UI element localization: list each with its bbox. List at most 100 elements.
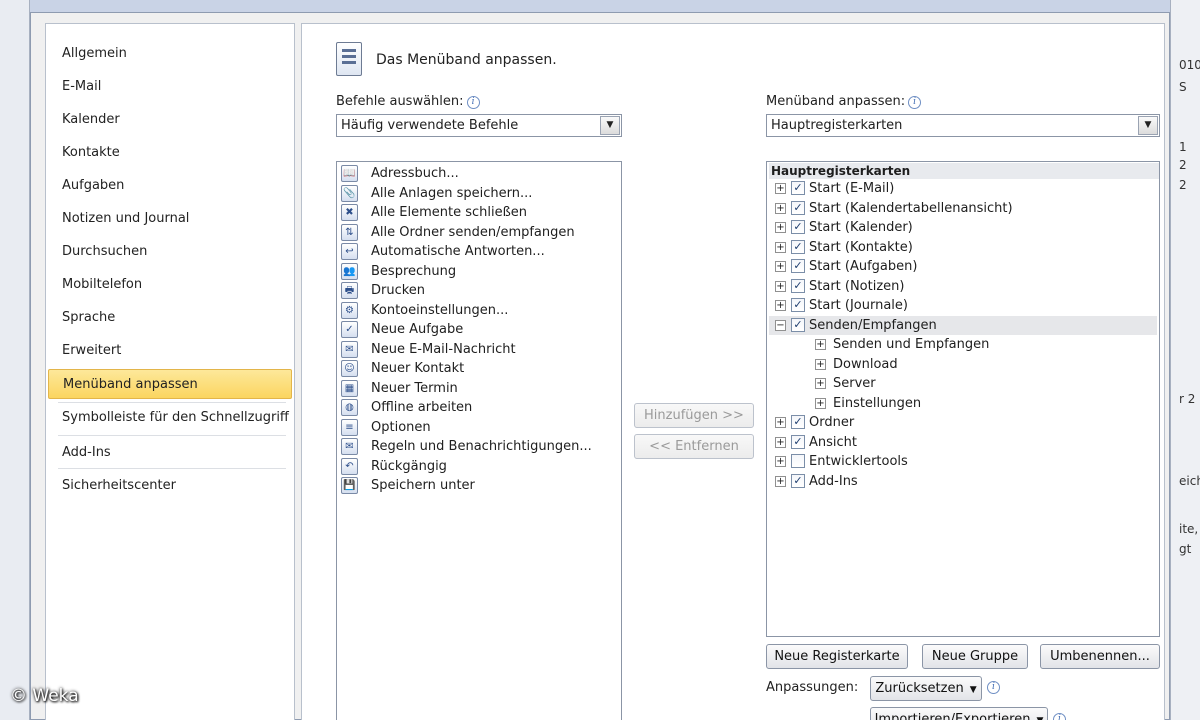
tab-checkbox[interactable]: ✓ [791,473,805,488]
nav-item[interactable]: Sprache [48,303,292,333]
node-label: Entwicklertools [809,454,908,469]
remove-button[interactable]: << Entfernen [634,434,754,459]
nav-separator [58,468,286,469]
background-text-fragment: 2 [1179,158,1187,172]
expand-icon[interactable]: + [815,397,826,409]
node-label: Start (Aufgaben) [809,259,918,274]
ribbon-tab-node[interactable]: + ✓ Ansicht [769,433,1157,452]
background-text-fragment: 1 [1179,140,1187,154]
nav-item[interactable]: Allgemein [48,39,292,69]
reset-dropdown-button[interactable]: Zurücksetzen ▼ [870,676,982,701]
nav-item[interactable]: Durchsuchen [48,237,292,267]
info-icon: i [987,681,1000,694]
ribbon-tabs-tree[interactable]: Hauptregisterkarten + ✓ Start (E-Mail) + ✓ St… [766,161,1160,637]
tab-checkbox[interactable]: ✓ [791,259,805,273]
new-mail-icon: ✉ [341,340,358,358]
nav-item[interactable]: E-Mail [48,72,292,102]
ribbon-tab-node[interactable]: + ✓ Start (Kalender) [769,218,1157,237]
expand-icon[interactable]: + [775,183,786,194]
offline-globe-icon: ◍ [341,399,358,416]
tab-checkbox[interactable]: ✓ [791,415,805,429]
ribbon-tab-node[interactable]: + ✓ Start (Kalendertabellenansicht) [769,199,1157,218]
ribbon-tab-node[interactable]: + ✓ Start (Aufgaben) [769,257,1157,276]
nav-item[interactable]: Add-Ins [48,438,292,468]
command-label: Alle Elemente schließen [371,205,528,220]
command-label: Adressbuch... [371,166,459,181]
node-label: Server [833,376,876,391]
node-label: Start (Kalender) [809,220,913,235]
commands-list[interactable]: 📖 Adressbuch... 📎 Alle Anlagen speichern...… [336,161,622,720]
customize-ribbon-dropdown[interactable]: Hauptregisterkarten ▼ [766,114,1160,137]
rename-button[interactable]: Umbenennen... [1040,644,1160,669]
nav-item[interactable]: Mobiltelefon [48,270,292,300]
expand-icon[interactable]: + [775,202,786,214]
ribbon-tab-node[interactable]: + Entwicklertools [769,452,1157,471]
ribbon-tab-node[interactable]: + ✓ Add-Ins [769,472,1157,491]
command-label: Besprechung [371,263,457,279]
tab-checkbox[interactable]: ✓ [791,317,805,332]
tab-checkbox[interactable]: ✓ [791,200,805,215]
dropdown-arrow-icon: ▼ [1036,716,1043,720]
ribbon-tab-node[interactable]: + ✓ Start (Journale) [769,296,1157,315]
expand-icon[interactable]: + [775,261,786,272]
nav-item[interactable]: Kontakte [48,138,292,168]
ribbon-tab-node[interactable]: − ✓ Senden/Empfangen [769,315,1157,335]
reset-label: Zurücksetzen [875,681,964,696]
auto-reply-icon: ↩ [341,243,358,260]
expand-icon[interactable]: + [775,456,786,467]
ribbon-group-node[interactable]: + Download [769,355,1157,374]
new-tab-button[interactable]: Neue Registerkarte [766,644,908,669]
add-button[interactable]: Hinzufügen >> [634,403,754,428]
choose-commands-dropdown[interactable]: Häufig verwendete Befehle ▼ [336,114,622,137]
nav-item[interactable]: Kalender [48,105,292,135]
print-icon: 🖶 [341,282,358,299]
command-label: Automatische Antworten... [371,244,545,259]
tab-checkbox[interactable]: ✓ [791,239,805,254]
collapse-icon[interactable]: − [775,319,786,331]
nav-item[interactable]: Erweitert [48,336,292,366]
tab-checkbox[interactable]: ✓ [791,220,805,234]
expand-icon[interactable]: + [775,241,786,253]
node-label: Start (Journale) [809,298,908,313]
tab-checkbox[interactable] [791,454,805,468]
nav-item[interactable]: Aufgaben [48,171,292,201]
expand-icon[interactable]: + [815,378,826,389]
command-label: Optionen [371,419,431,435]
command-label: Neue Aufgabe [371,322,464,337]
expand-icon[interactable]: + [775,475,786,487]
expand-icon[interactable]: + [775,280,786,292]
node-label: Start (Notizen) [809,278,905,294]
node-label: Einstellungen [833,395,922,411]
address-book-icon: 📖 [341,165,358,182]
expand-icon[interactable]: + [815,358,826,370]
ribbon-tab-node[interactable]: + ✓ Start (Kontakte) [769,238,1157,257]
tree-header: Hauptregisterkarten [769,163,1159,179]
nav-item[interactable]: Symbolleiste für den Schnellzugriff [48,403,292,433]
nav-item[interactable]: Notizen und Journal [48,204,292,234]
tab-checkbox[interactable]: ✓ [791,434,805,449]
background-app-left [0,0,30,720]
expand-icon[interactable]: + [775,417,786,428]
node-label: Start (Kontakte) [809,239,913,255]
ribbon-tab-node[interactable]: + ✓ Ordner [769,413,1157,432]
nav-item[interactable]: Sicherheitscenter [48,471,292,501]
import-export-button[interactable]: Importieren/Exportieren ▼ [870,707,1048,720]
dropdown-arrow-icon[interactable]: ▼ [1138,116,1158,135]
dropdown-arrow-icon[interactable]: ▼ [600,116,620,135]
nav-item[interactable]: Menüband anpassen [48,369,292,399]
ribbon-group-node[interactable]: + Server [769,374,1157,393]
ribbon-tab-node[interactable]: + ✓ Start (E-Mail) [769,179,1157,198]
node-label: Start (E-Mail) [809,181,895,196]
expand-icon[interactable]: + [775,436,786,448]
expand-icon[interactable]: + [815,339,826,350]
expand-icon[interactable]: + [775,222,786,233]
ribbon-tab-node[interactable]: + ✓ Start (Notizen) [769,277,1157,296]
ribbon-group-node[interactable]: + Einstellungen [769,394,1157,413]
options-dialog: Allgemein E-Mail Kalender Kontakte Aufgaben N… [30,12,1170,720]
tab-checkbox[interactable]: ✓ [791,278,805,293]
new-group-button[interactable]: Neue Gruppe [922,644,1028,669]
expand-icon[interactable]: + [775,300,786,311]
tab-checkbox[interactable]: ✓ [791,298,805,312]
tab-checkbox[interactable]: ✓ [791,181,805,195]
ribbon-group-node[interactable]: + Senden und Empfangen [769,335,1157,354]
